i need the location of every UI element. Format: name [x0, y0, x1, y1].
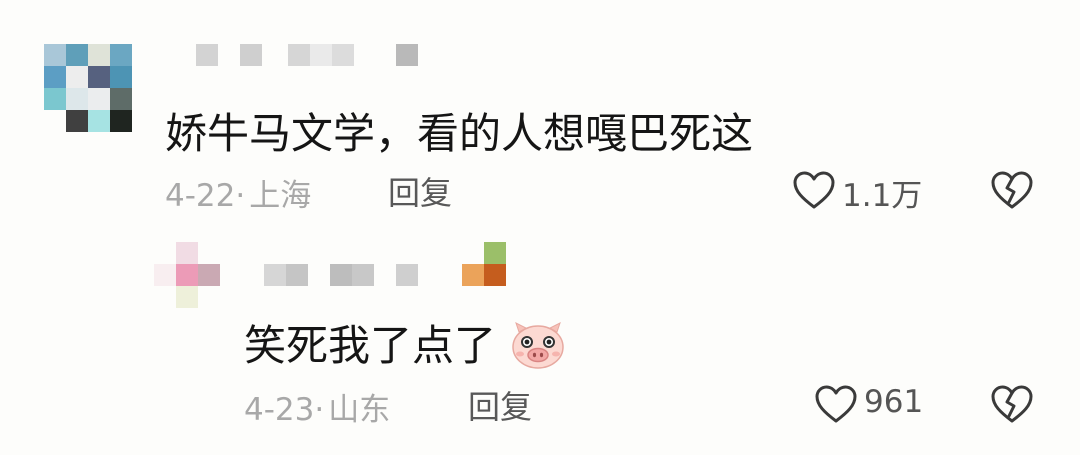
username-blurred[interactable]	[196, 44, 421, 66]
comment-date: 4-23	[244, 392, 315, 428]
heart-outline-icon	[793, 171, 835, 209]
heart-outline-icon	[815, 385, 857, 423]
like-button[interactable]: 1.1万	[792, 168, 932, 214]
reply-button[interactable]: 回复	[388, 168, 452, 214]
like-count: 1.1万	[842, 178, 923, 214]
like-count: 961	[864, 384, 924, 420]
meta-separator: ·	[314, 392, 325, 428]
broken-heart-icon	[991, 171, 1033, 209]
comment-date: 4-22	[165, 178, 236, 214]
comment-location: 山东	[328, 392, 391, 428]
meta-separator: ·	[235, 178, 246, 214]
comment-text: 笑死我了点了	[244, 312, 565, 373]
avatar[interactable]	[154, 242, 220, 308]
dislike-button[interactable]	[990, 384, 1034, 424]
comment-location: 上海	[249, 178, 312, 214]
reply-button[interactable]: 回复	[468, 382, 532, 428]
dislike-button[interactable]	[990, 170, 1034, 210]
broken-heart-icon	[991, 385, 1033, 423]
username-blurred[interactable]	[264, 242, 509, 286]
comment-text: 娇牛马文学，看的人想嘎巴死这	[165, 109, 754, 158]
pig-face-icon	[512, 322, 565, 369]
like-button[interactable]: 961	[814, 382, 934, 426]
comment-meta: 4-23· 山东	[244, 384, 390, 429]
avatar[interactable]	[44, 44, 132, 132]
comment-meta: 4-22· 上海	[165, 170, 311, 215]
comment-text-content: 笑死我了点了	[244, 321, 497, 370]
